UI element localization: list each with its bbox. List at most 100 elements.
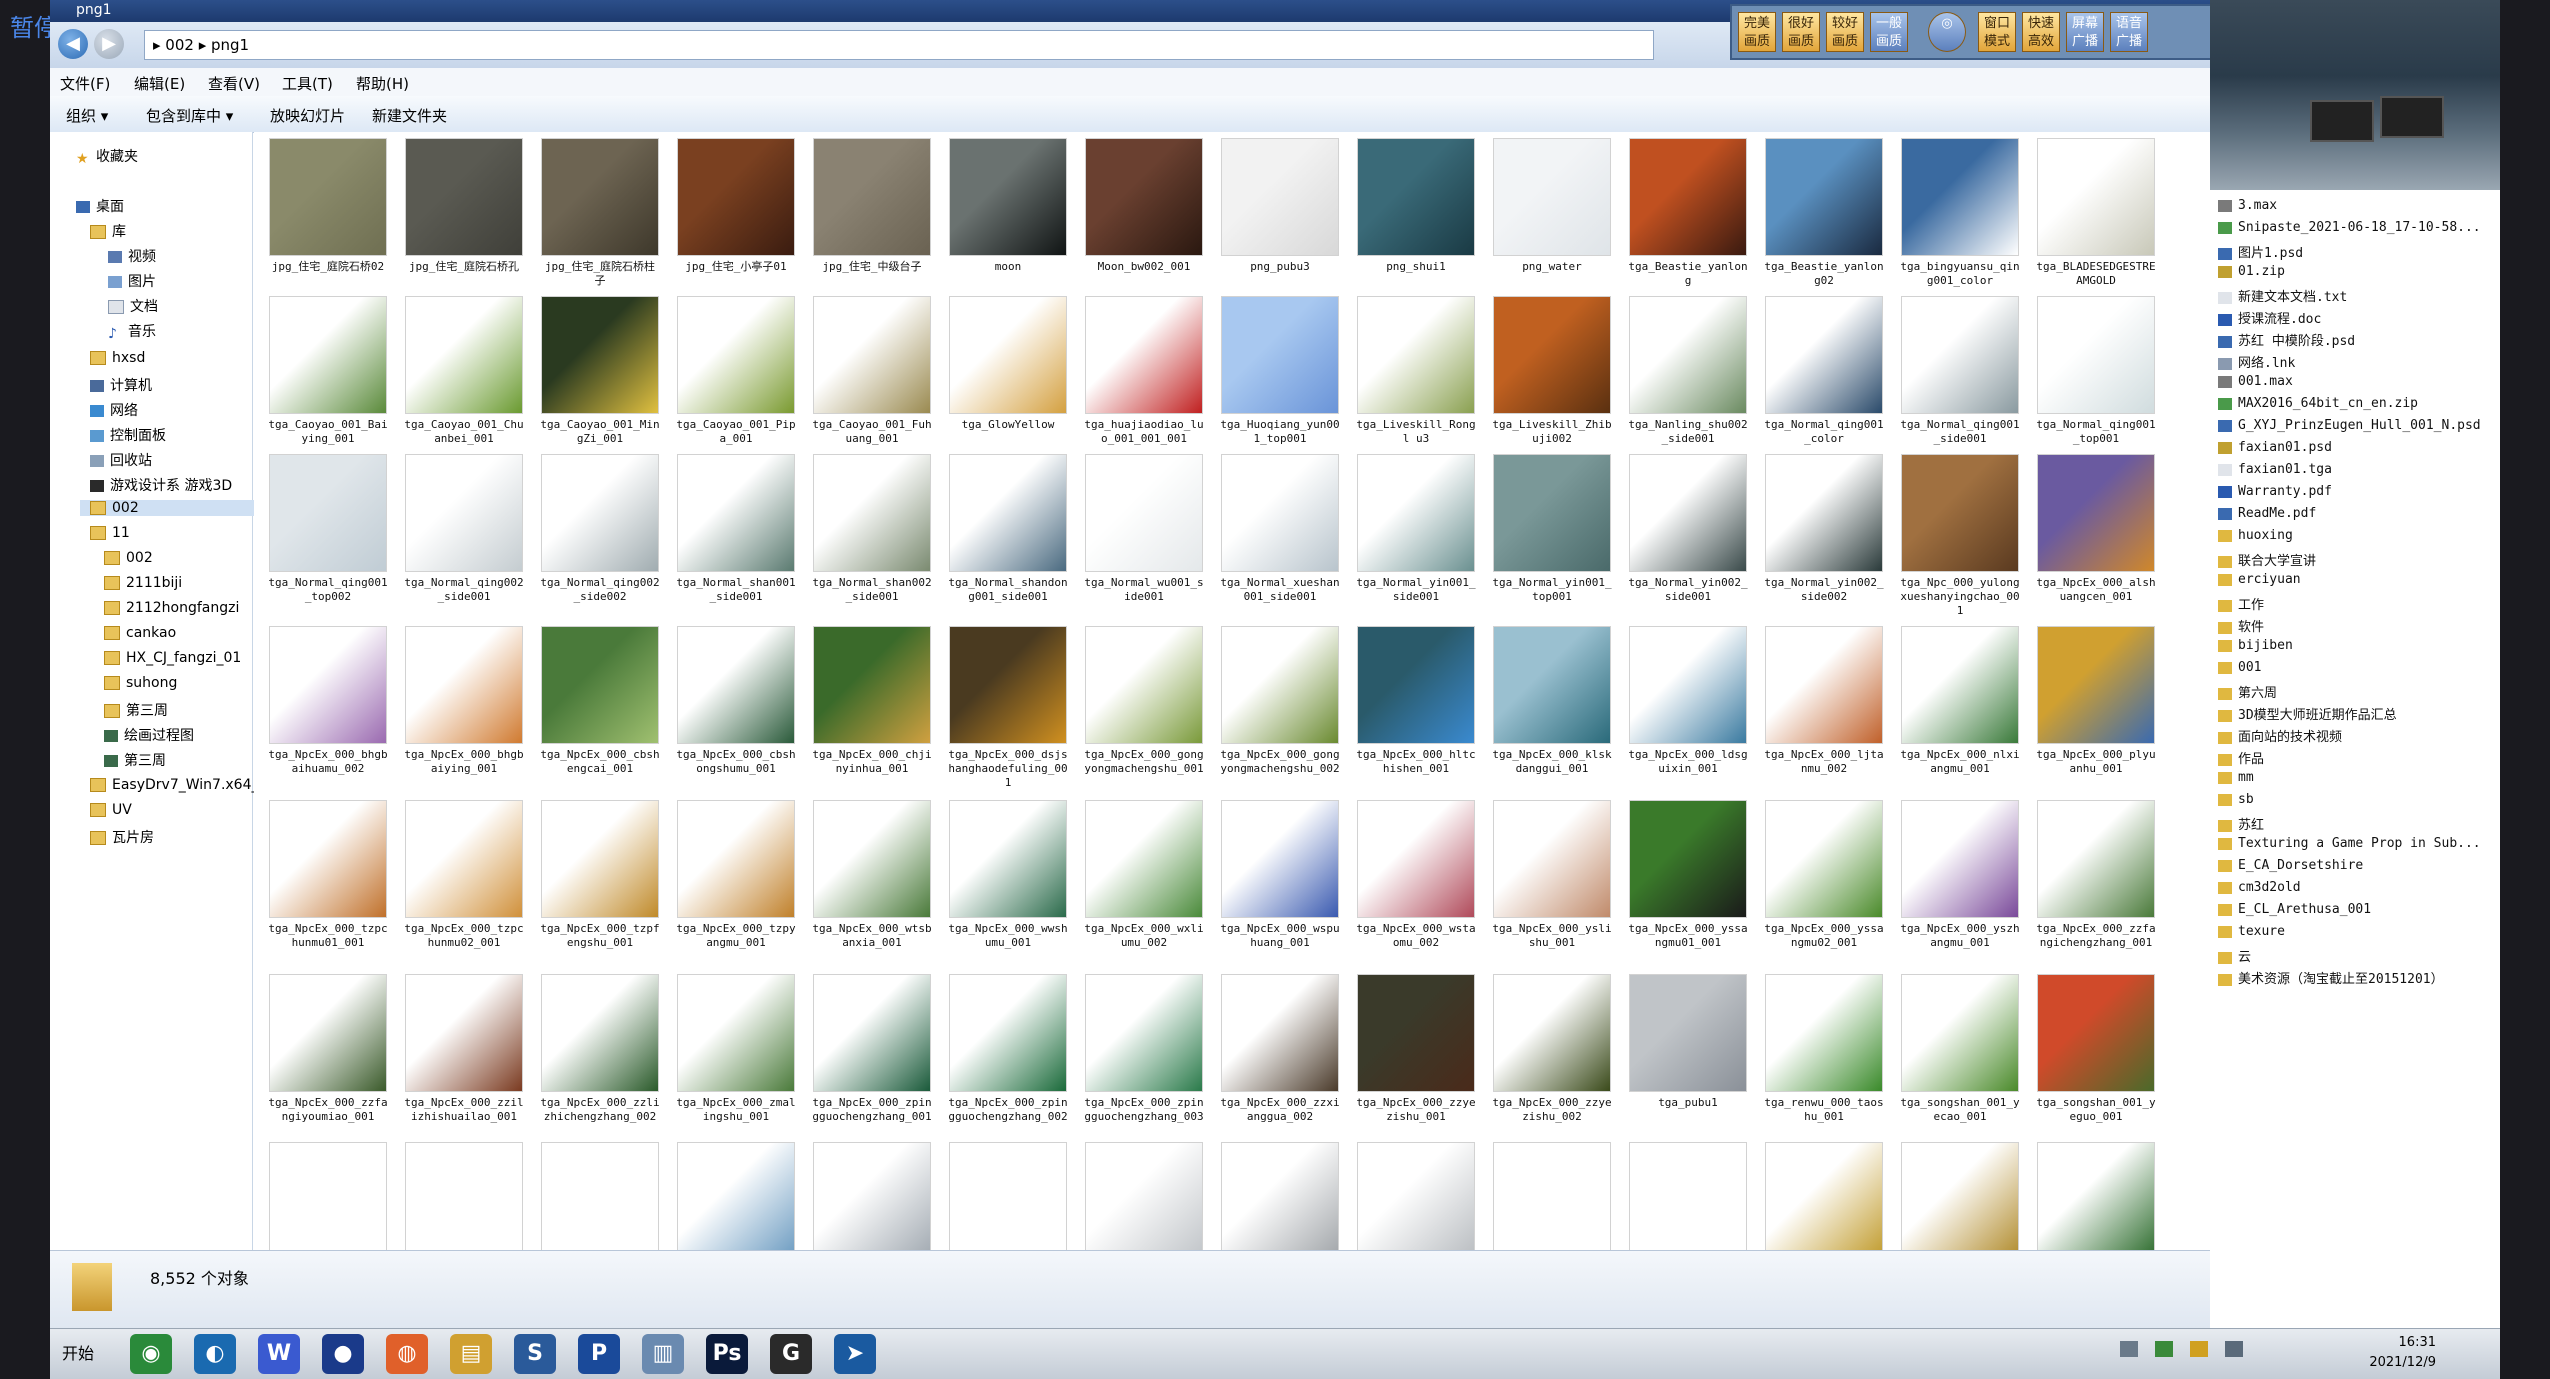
file-tile[interactable]: tga_NpcEx_000_yssangmu01_001 xyxy=(1628,800,1748,950)
nav-sub-hx-cj-fangzi[interactable]: HX_CJ_fangzi_01 xyxy=(104,650,241,666)
desktop-file-item[interactable]: Snipaste_2021-06-18_17-10-58... xyxy=(2218,220,2481,235)
desktop-file-item[interactable]: 苏红 中模阶段.psd xyxy=(2218,330,2355,349)
file-tile[interactable]: jpg_住宅_小亭子01 xyxy=(676,138,796,274)
nav-11[interactable]: 11 xyxy=(90,525,130,541)
nav-network[interactable]: 网络 xyxy=(90,400,138,420)
file-tile[interactable]: tga_Liveskill_Rongl u3 xyxy=(1356,296,1476,446)
desktop-file-item[interactable]: E_CL_Arethusa_001 xyxy=(2218,902,2371,917)
menu-edit[interactable]: 编辑(E) xyxy=(134,73,185,94)
desktop-file-item[interactable]: 3.max xyxy=(2218,198,2277,213)
file-tile[interactable]: tga_Normal_yin001_side001 xyxy=(1356,454,1476,604)
quality-perfect-button[interactable]: 完美画质 xyxy=(1738,12,1776,52)
nav-hxsd[interactable]: hxsd xyxy=(90,350,145,366)
nav-sub-2111biji[interactable]: 2111biji xyxy=(104,575,182,591)
file-tile[interactable] xyxy=(404,1142,524,1250)
nav-favorites[interactable]: ★ 收藏夹 xyxy=(76,146,138,167)
app-g-icon[interactable]: G xyxy=(770,1334,812,1374)
file-tile[interactable]: tga_NpcEx_000_zzlizhichengzhang_002 xyxy=(540,974,660,1124)
desktop-file-item[interactable]: 联合大学宣讲 xyxy=(2218,550,2316,569)
nav-sub-week3[interactable]: 第三周 xyxy=(104,700,168,720)
nav-002-selected[interactable]: 002 xyxy=(80,500,260,516)
file-tile[interactable]: tga_NpcEx_000_zpingguochengzhang_001 xyxy=(812,974,932,1124)
file-tile[interactable]: tga_Normal_yin002_side002 xyxy=(1764,454,1884,604)
desktop-file-item[interactable]: 新建文本文档.txt xyxy=(2218,286,2347,305)
file-tile[interactable]: tga_Nanling_shu002_side001 xyxy=(1628,296,1748,446)
file-tile[interactable]: tga_NpcEx_000_yslishu_001 xyxy=(1492,800,1612,950)
file-tile[interactable]: tga_GlowYellow xyxy=(948,296,1068,432)
qq-icon[interactable]: ◐ xyxy=(194,1334,236,1374)
desktop-file-item[interactable]: ReadMe.pdf xyxy=(2218,506,2316,521)
desktop-file-item[interactable]: erciyuan xyxy=(2218,572,2301,587)
file-tile[interactable]: tga_Normal_qing001_top001 xyxy=(2036,296,2156,446)
file-tile[interactable]: tga_Normal_yin002_side001 xyxy=(1628,454,1748,604)
desktop-file-item[interactable]: 图片1.psd xyxy=(2218,242,2303,261)
nav-sub-week3-b[interactable]: 第三周 xyxy=(104,750,166,770)
file-tile[interactable]: tga_Caoyao_001_MingZi_001 xyxy=(540,296,660,446)
desktop-file-item[interactable]: huoxing xyxy=(2218,528,2293,543)
forward-icon[interactable]: ▶ xyxy=(94,29,124,59)
desktop-file-item[interactable]: 网络.lnk xyxy=(2218,352,2295,371)
desktop-file-item[interactable]: G_XYJ_PrinzEugen_Hull_001_N.psd xyxy=(2218,418,2481,433)
explorer-icon[interactable]: ▤ xyxy=(450,1334,492,1374)
nav-game-design[interactable]: 游戏设计系 游戏3D xyxy=(90,475,232,495)
file-tile[interactable]: tga_Huoqiang_yun001_top001 xyxy=(1220,296,1340,446)
firefox-icon[interactable]: ◍ xyxy=(386,1334,428,1374)
file-tile[interactable]: tga_NpcEx_000_tzpchunmu02_001 xyxy=(404,800,524,950)
desktop-file-item[interactable]: bijiben xyxy=(2218,638,2293,653)
desktop-file-item[interactable]: 苏红 xyxy=(2218,814,2264,833)
file-tile[interactable] xyxy=(540,1142,660,1250)
file-tile[interactable]: tga_NpcEx_000_ldsguixin_001 xyxy=(1628,626,1748,776)
file-tile[interactable]: tga_Caoyao_001_Pipa_001 xyxy=(676,296,796,446)
file-tile[interactable]: tga_NpcEx_000_tzpfengshu_001 xyxy=(540,800,660,950)
app-s-icon[interactable]: S xyxy=(514,1334,556,1374)
file-tile[interactable]: tga_NpcEx_000_zzxianggua_002 xyxy=(1220,974,1340,1124)
desktop-file-item[interactable]: sb xyxy=(2218,792,2254,807)
desktop-file-item[interactable]: 面向站的技术视频 xyxy=(2218,726,2342,745)
nav-sub-suhong[interactable]: suhong xyxy=(104,675,177,691)
file-tile[interactable] xyxy=(812,1142,932,1250)
nav-lib-documents[interactable]: 文档 xyxy=(108,296,158,316)
file-tile[interactable]: tga_NpcEx_000_zmalingshu_001 xyxy=(676,974,796,1124)
file-tile[interactable]: tga_Beastie_yanlong02 xyxy=(1764,138,1884,288)
file-tile[interactable]: tga_Liveskill_Zhibuji002 xyxy=(1492,296,1612,446)
file-tile[interactable]: tga_Normal_qing001_top002 xyxy=(268,454,388,604)
file-tile[interactable]: tga_NpcEx_000_plyuanhu_001 xyxy=(2036,626,2156,776)
desktop-file-item[interactable]: MAX2016_64bit_cn_en.zip xyxy=(2218,396,2418,411)
file-tile[interactable]: tga_Normal_qing002_side002 xyxy=(540,454,660,604)
desktop-file-item[interactable]: texure xyxy=(2218,924,2285,939)
app-book-icon[interactable]: ▥ xyxy=(642,1334,684,1374)
globe-icon[interactable]: ● xyxy=(322,1334,364,1374)
desktop-file-item[interactable]: 软件 xyxy=(2218,616,2264,635)
file-tile[interactable]: tga_songshan_001_yecao_001 xyxy=(1900,974,2020,1124)
slideshow-button[interactable]: 放映幻灯片 xyxy=(270,105,345,126)
file-tile[interactable]: tga_NpcEx_000_gongyongmachengshu_001 xyxy=(1084,626,1204,776)
nav-sub-painting-process[interactable]: 绘画过程图 xyxy=(104,725,194,745)
start-button[interactable]: 开始 xyxy=(50,1333,106,1375)
address-field[interactable]: ▸ 002 ▸ png1 xyxy=(144,30,1654,60)
file-tile[interactable]: tga_Npc_000_yulongxueshanyingchao_001 xyxy=(1900,454,2020,618)
file-tile[interactable]: tga_NpcEx_000_zzyezishu_002 xyxy=(1492,974,1612,1124)
file-tile[interactable]: tga_NpcEx_000_alshuangcen_001 xyxy=(2036,454,2156,604)
quality-fair-button[interactable]: 较好画质 xyxy=(1826,12,1864,52)
file-tile[interactable]: tga_NpcEx_000_tzpyangmu_001 xyxy=(676,800,796,950)
desktop-file-item[interactable]: 001.max xyxy=(2218,374,2293,389)
desktop-file-item[interactable]: 第六周 xyxy=(2218,682,2277,701)
tray-security-icon[interactable] xyxy=(2155,1341,2174,1357)
nav-recycle-bin[interactable]: 回收站 xyxy=(90,450,152,470)
tray-network-icon[interactable] xyxy=(2120,1341,2138,1357)
file-tile[interactable]: tga_renwu_000_taoshu_001 xyxy=(1764,974,1884,1124)
file-tile[interactable]: tga_NpcEx_000_gongyongmachengshu_002 xyxy=(1220,626,1340,776)
file-tile[interactable] xyxy=(1764,1142,1884,1250)
menu-help[interactable]: 帮助(H) xyxy=(356,73,409,94)
file-tile[interactable]: tga_Caoyao_001_Baiying_001 xyxy=(268,296,388,446)
file-tile[interactable]: tga_NpcEx_000_wwshumu_001 xyxy=(948,800,1068,950)
file-tile[interactable] xyxy=(948,1142,1068,1250)
file-tile[interactable]: tga_NpcEx_000_zzilizhishuailao_001 xyxy=(404,974,524,1124)
nav-lib-videos[interactable]: 视频 xyxy=(108,246,156,266)
file-tile[interactable]: png_pubu3 xyxy=(1220,138,1340,274)
include-in-library-button[interactable]: 包含到库中 ▾ xyxy=(146,105,233,126)
desktop-file-item[interactable]: 001 xyxy=(2218,660,2261,675)
file-tile[interactable]: tga_NpcEx_000_tzpchunmu01_001 xyxy=(268,800,388,950)
file-tile[interactable]: tga_BLADESEDGESTREAMGOLD xyxy=(2036,138,2156,288)
desktop-file-item[interactable]: cm3d2old xyxy=(2218,880,2301,895)
